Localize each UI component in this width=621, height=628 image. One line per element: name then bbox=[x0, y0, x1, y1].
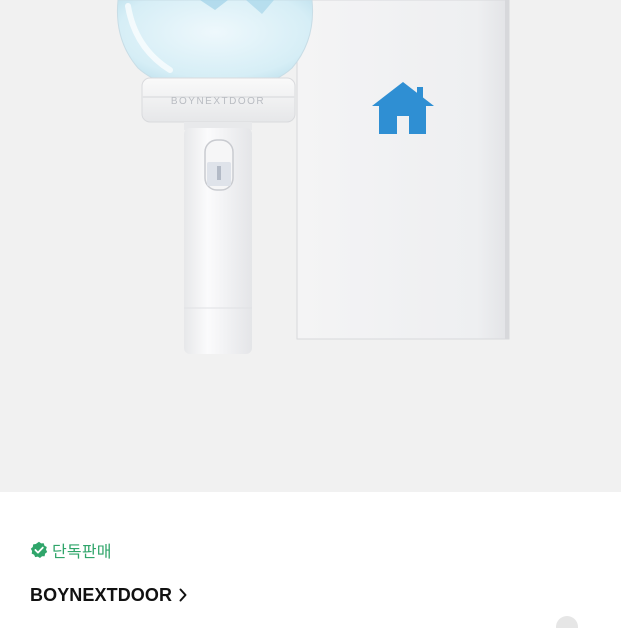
badge-label: 단독판매 bbox=[52, 544, 112, 561]
product-info-section: 단독판매 BOYNEXTDOOR bbox=[0, 492, 621, 628]
artist-link[interactable]: BOYNEXTDOOR bbox=[30, 584, 188, 606]
scroll-hint bbox=[556, 616, 578, 628]
power-switch-icon bbox=[204, 139, 234, 191]
chevron-right-icon[interactable] bbox=[178, 588, 188, 602]
verified-check-icon bbox=[30, 541, 48, 559]
product-image[interactable]: BOYNEXTDOOR bbox=[0, 0, 621, 492]
light-stick: BOYNEXTDOOR bbox=[116, 0, 314, 354]
exclusive-badge: 단독판매 bbox=[30, 540, 112, 561]
packaging-box bbox=[296, 0, 510, 340]
artist-name[interactable]: BOYNEXTDOOR bbox=[30, 585, 172, 606]
product-photo: BOYNEXTDOOR bbox=[116, 0, 510, 354]
engraving-text: BOYNEXTDOOR bbox=[171, 96, 265, 107]
